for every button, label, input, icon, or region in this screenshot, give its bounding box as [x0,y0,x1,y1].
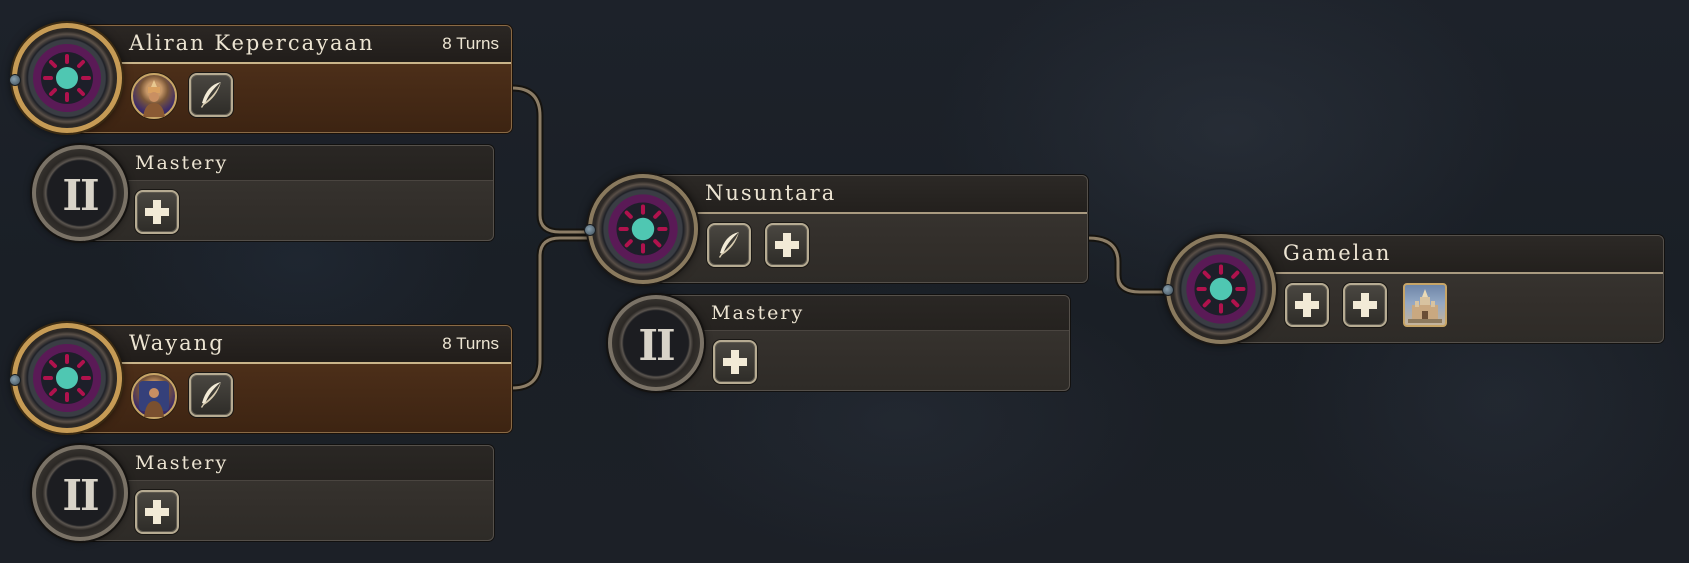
quill-icon[interactable] [707,223,751,267]
civic-title: Wayang [129,331,225,355]
title-strip: Mastery [85,146,493,181]
civic-bar[interactable]: Aliran Kepercayaan 8 Turns [72,25,512,133]
figure-portrait-icon[interactable] [131,373,177,419]
title-strip: Nusuntara [657,176,1087,214]
mastery-level-numeral: II [638,321,675,370]
civic-title: Aliran Kepercayaan [129,31,375,55]
title-strip: Wayang 8 Turns [73,326,511,364]
civic-bar[interactable]: Wayang 8 Turns [72,325,512,433]
figure-portrait-icon[interactable] [131,73,177,119]
civic-bar[interactable]: Nusuntara [656,175,1088,283]
sun-emblem-icon [33,344,101,412]
civic-emblem[interactable] [1162,234,1276,344]
quill-icon[interactable] [189,73,233,117]
civic-title: Gamelan [1283,241,1392,265]
civic-emblem[interactable] [9,23,122,133]
plus-icon[interactable] [713,340,757,384]
mastery-bar[interactable]: Mastery [84,145,494,241]
civic-emblem[interactable] [9,323,122,433]
plus-icon[interactable] [765,223,809,267]
mastery-level-numeral: II [62,471,99,520]
mastery-title: Mastery [711,302,805,324]
mastery-level-numeral: II [62,171,99,220]
mastery-title: Mastery [135,452,229,474]
turns-remaining: 8 Turns [442,34,499,53]
sun-emblem-icon [1186,254,1256,324]
civic-emblem[interactable] [584,174,698,284]
title-strip: Mastery [85,446,493,481]
wonder-building-icon[interactable] [1403,283,1447,327]
sun-emblem-icon [608,194,678,264]
mastery-bar[interactable]: Mastery [660,295,1070,391]
quill-icon[interactable] [189,373,233,417]
title-strip: Gamelan [1237,236,1663,274]
sun-emblem-icon [33,44,101,112]
plus-icon[interactable] [135,190,179,234]
title-strip: Aliran Kepercayaan 8 Turns [73,26,511,64]
mastery-bar[interactable]: Mastery [84,445,494,541]
title-strip: Mastery [661,296,1069,331]
plus-icon[interactable] [1285,283,1329,327]
civic-title: Nusuntara [705,181,837,205]
mastery-title: Mastery [135,152,229,174]
turns-remaining: 8 Turns [442,334,499,353]
mastery-emblem: II [608,295,704,391]
plus-icon[interactable] [135,490,179,534]
plus-icon[interactable] [1343,283,1387,327]
mastery-emblem: II [32,445,128,541]
mastery-emblem: II [32,145,128,241]
civic-bar[interactable]: Gamelan [1236,235,1664,343]
